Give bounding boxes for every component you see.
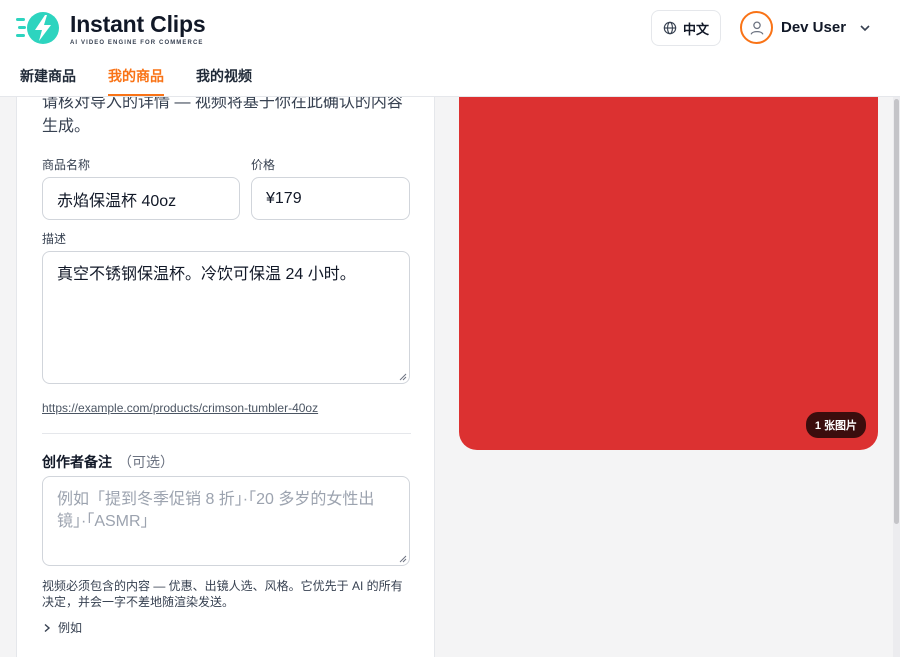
- brand-tagline: AI VIDEO ENGINE FOR COMMERCE: [70, 40, 204, 46]
- page-scrollbar[interactable]: [893, 97, 900, 657]
- price-label: 价格: [251, 158, 276, 172]
- resize-handle-icon[interactable]: [399, 555, 407, 563]
- image-count-badge: 1 张图片: [805, 412, 866, 438]
- examples-toggle[interactable]: 例如: [42, 619, 82, 636]
- chevron-down-icon: [860, 24, 870, 31]
- divider: [42, 433, 411, 434]
- user-name: Dev User: [781, 19, 847, 36]
- description-label: 描述: [42, 232, 67, 246]
- user-menu[interactable]: Dev User: [740, 11, 872, 44]
- product-form-card: 请核对导入的详情 — 视频将基于你在此确认的内容生成。 商品名称 赤焰保温杯 4…: [16, 40, 435, 657]
- brand-title: Instant Clips: [70, 11, 206, 37]
- brand-logo[interactable]: Instant Clips AI VIDEO ENGINE FOR COMMER…: [16, 10, 206, 46]
- language-switch-button[interactable]: 中文: [651, 10, 721, 46]
- tab-my-products[interactable]: 我的商品: [108, 66, 164, 96]
- notes-help-text: 视频必须包含的内容 — 优惠、出镜人选、风格。它优先于 AI 的所有决定，并会一…: [42, 579, 403, 609]
- resize-handle-icon[interactable]: [399, 373, 407, 381]
- chevron-right-icon: [44, 623, 51, 632]
- app-header: Instant Clips AI VIDEO ENGINE FOR COMMER…: [0, 0, 900, 97]
- tab-my-videos[interactable]: 我的视频: [196, 66, 252, 96]
- lightning-logo-icon: [16, 12, 59, 44]
- description-text: 真空不锈钢保温杯。冷饮可保温 24 小时。: [57, 266, 356, 283]
- creator-notes-textarea[interactable]: 例如「提到冬季促销 8 折」·「20 多岁的女性出镜」·「ASMR」: [42, 476, 410, 566]
- creator-notes-placeholder: 例如「提到冬季促销 8 折」·「20 多岁的女性出镜」·「ASMR」: [57, 491, 375, 530]
- tab-new-product[interactable]: 新建商品: [20, 66, 76, 96]
- globe-icon: [663, 21, 677, 35]
- source-url-link[interactable]: https://example.com/products/crimson-tum…: [42, 401, 318, 415]
- language-label: 中文: [682, 21, 709, 37]
- avatar: [740, 11, 773, 44]
- optional-tag: （可选）: [118, 454, 174, 470]
- nav-tabs: 新建商品 我的商品 我的视频: [20, 66, 284, 96]
- product-name-input[interactable]: 赤焰保温杯 40oz: [42, 177, 240, 220]
- description-textarea[interactable]: 真空不锈钢保温杯。冷饮可保温 24 小时。: [42, 251, 410, 384]
- scrollbar-thumb[interactable]: [894, 99, 899, 524]
- form-intro: 请核对导入的详情 — 视频将基于你在此确认的内容生成。: [42, 94, 403, 135]
- user-icon: [750, 21, 763, 35]
- price-input[interactable]: ¥179: [251, 177, 410, 220]
- examples-label: 例如: [58, 621, 83, 635]
- creator-notes-title: 创作者备注: [42, 454, 112, 470]
- creator-notes-label: 创作者备注 （可选）: [42, 452, 174, 472]
- product-name-label: 商品名称: [42, 158, 91, 172]
